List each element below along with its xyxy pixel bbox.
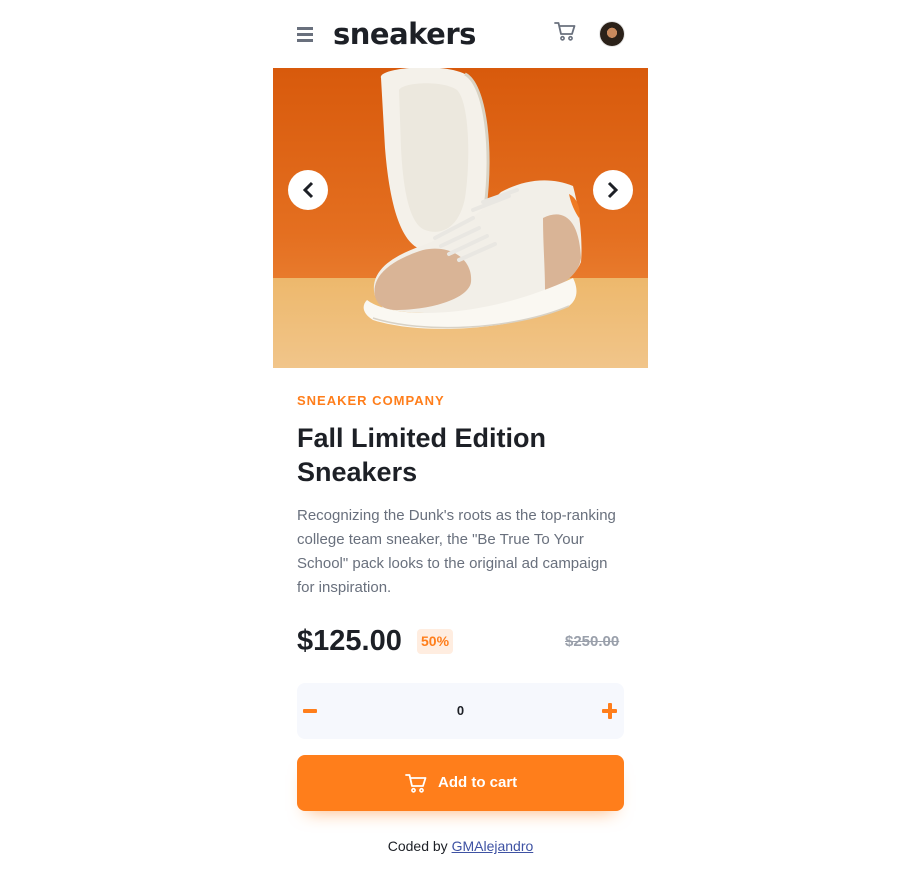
product-title: Fall Limited Edition Sneakers [297, 423, 546, 487]
sneaker-photo [363, 68, 582, 329]
add-to-cart-button[interactable]: Add to cart [297, 755, 624, 811]
gallery-prev-button[interactable] [288, 170, 328, 210]
menu-icon[interactable] [297, 27, 313, 42]
company-name: SNEAKER COMPANY [297, 393, 445, 408]
product-page: sneakers SNEAKER COMPANY Fall Limited Ed… [273, 0, 648, 876]
add-to-cart-label: Add to cart [438, 774, 518, 791]
logo[interactable]: sneakers [333, 16, 476, 52]
product-description: Recognizing the Dunk's roots as the top-… [297, 507, 616, 596]
chevron-right-icon [607, 181, 619, 199]
cart-icon[interactable] [554, 21, 576, 43]
author-link[interactable]: GMAlejandro [452, 838, 534, 854]
avatar[interactable] [600, 22, 624, 46]
plus-icon[interactable] [602, 703, 618, 719]
attribution: Coded by GMAlejandro [273, 836, 648, 856]
product-gallery [273, 68, 648, 368]
chevron-left-icon [302, 181, 314, 199]
original-price: $250.00 [565, 633, 620, 650]
gallery-next-button[interactable] [593, 170, 633, 210]
quantity-stepper: 0 [297, 683, 624, 739]
current-price: $125.00 [297, 625, 402, 657]
cart-icon [405, 774, 427, 793]
quantity-value: 0 [456, 703, 465, 718]
attribution-prefix: Coded by [387, 838, 448, 854]
site-header: sneakers [273, 0, 648, 68]
discount-badge: 50% [417, 629, 454, 654]
